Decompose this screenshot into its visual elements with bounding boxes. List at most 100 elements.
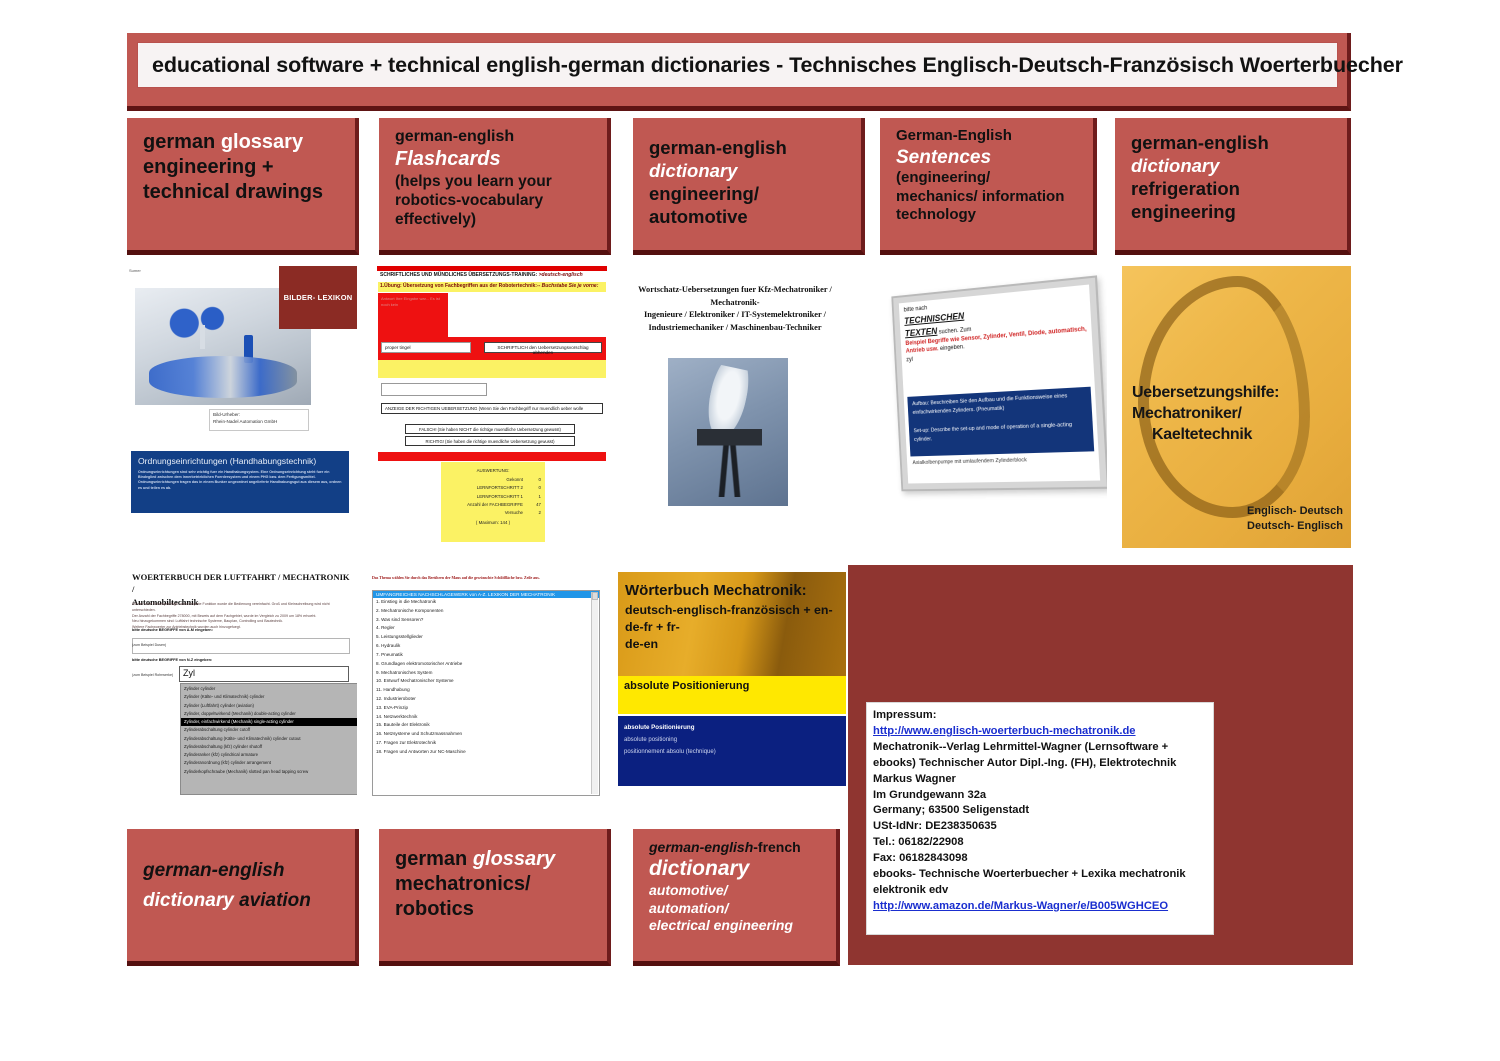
thumbnail-automotive-vocab[interactable]: Wortschatz-Uebersetzungen fuer Kfz-Mecha… bbox=[610, 266, 860, 548]
list-item[interactable]: 1. Einstieg in die Mechatronik bbox=[373, 598, 599, 607]
impressum-box: Impressum: http://www.englisch-woerterbu… bbox=[866, 702, 1214, 935]
score-title: AUSWERTUNG: bbox=[476, 468, 510, 473]
list-item[interactable]: 14. Netzwerktechnik bbox=[373, 713, 599, 722]
thumbnail-kaeltetechnik-cover[interactable]: Uebersetzungshilfe: Mechatroniker/ Kaelt… bbox=[1122, 266, 1351, 548]
list-item-selected[interactable]: Zylinder, einfachwirkend (Mechanik) sing… bbox=[181, 718, 357, 727]
poster-root: educational software + technical english… bbox=[0, 0, 1500, 1061]
list-item[interactable]: Zylinderanordnung (kfz) cylinder arrange… bbox=[181, 759, 357, 767]
impressum-line-11: elektronik edv bbox=[873, 883, 949, 896]
list-item[interactable]: 3. Was sind Sensoren? bbox=[373, 616, 599, 625]
impressum-line-8: Tel.: 06182/22908 bbox=[873, 836, 964, 849]
score-row: Anzahl der FACHBEGRIFFE 47 bbox=[467, 501, 541, 507]
cover-subtitle: Englisch- Deutsch Deutsch- Englisch bbox=[1247, 504, 1343, 534]
list-item[interactable]: 7. Pneumatik bbox=[373, 651, 599, 660]
right-answer-button[interactable]: RICHTIG! (Sie haben die richtige muendli… bbox=[405, 436, 575, 446]
list-item[interactable]: 4. Regler bbox=[373, 624, 599, 633]
card-glossary-mechatronics[interactable]: german glossary mechatronics/ robotics bbox=[379, 829, 611, 966]
list-item[interactable]: 8. Grundlagen elektromotorischer Antrieb… bbox=[373, 660, 599, 669]
cover-sub-1: Englisch- Deutsch bbox=[1247, 505, 1343, 517]
card-sentences[interactable]: German-English Sentences (engineering/ m… bbox=[880, 118, 1097, 255]
card-glossary-engineering[interactable]: german glossary engineering + technical … bbox=[127, 118, 359, 255]
search-input[interactable]: Zyl bbox=[179, 666, 349, 682]
show-correct-translation-button[interactable]: ANZEIGE DER RICHTIGEN UEBERSETZUNG (Wenn… bbox=[381, 403, 603, 414]
card-line: (engineering/ bbox=[896, 169, 991, 187]
scrollbar[interactable] bbox=[591, 592, 598, 794]
topic-listbox[interactable]: UMFANGREICHES NACHSCHLAGEWERK von A-Z. L… bbox=[372, 590, 600, 796]
list-item[interactable]: 11. Handhabung bbox=[373, 686, 599, 695]
card-dictionary-refrigeration[interactable]: german-english dictionary refrigeration … bbox=[1115, 118, 1351, 255]
list-item[interactable]: Zylinder (Luftfahrt) cylinder (aviation) bbox=[181, 702, 357, 710]
cover-title-3: Kaeltetechnik bbox=[1152, 426, 1253, 444]
result-en: absolute positioning bbox=[624, 737, 678, 744]
list-item[interactable]: Zylinderabschaltung cylinder cutoff bbox=[181, 726, 357, 734]
card-line: electrical engineering bbox=[649, 917, 793, 934]
badge-label: BILDER- LEXIKON bbox=[283, 293, 353, 302]
card-dictionary-aviation[interactable]: german-english dictionary aviation bbox=[127, 829, 359, 966]
score-row: LERNFORTSCHRITT 20 bbox=[476, 485, 541, 491]
list-item[interactable]: 18. Fragen und Antworten zur NC-Maschine bbox=[373, 748, 599, 757]
amazon-link[interactable]: http://www.amazon.de/Markus-Wagner/e/B00… bbox=[873, 900, 1168, 912]
list-item[interactable]: 6. Hydraulik bbox=[373, 642, 599, 651]
header-sub-2: de-en bbox=[625, 637, 659, 652]
card-flashcards[interactable]: german-english Flashcards (helps you lea… bbox=[379, 118, 611, 255]
impressum-line-7: USt-IdNr: DE238350635 bbox=[873, 820, 997, 833]
card-line: german-english bbox=[143, 860, 285, 881]
dictionary-header: Wörterbuch Mechatronik: deutsch-englisch… bbox=[618, 572, 846, 676]
card-dictionary-automotive-french[interactable]: german-english-french dictionary automot… bbox=[633, 829, 840, 966]
wrong-answer-button[interactable]: FALSCH! (Sie haben NICHT die richtige mu… bbox=[405, 424, 575, 434]
red-tail: eingeben. bbox=[938, 344, 965, 353]
example-n-z: (zum Beispiel Rohrwerke) bbox=[132, 673, 174, 677]
page-title: educational software + technical english… bbox=[152, 52, 1403, 77]
thumbnail-technische-texten[interactable]: bitte nach TECHNISCHEN TEXTEN suchen. Zu… bbox=[875, 266, 1107, 548]
search-term-field[interactable]: absolute Positionierung bbox=[618, 676, 846, 714]
list-item[interactable]: 5. Leistungsstellglieder bbox=[373, 633, 599, 642]
panel-body: Ordnungseinrichtungen sind sehr wichtig … bbox=[138, 470, 342, 490]
list-item[interactable]: Zylinder cylinder bbox=[181, 685, 357, 693]
autocomplete-list[interactable]: Zylinder cylinder Zylinder (Kälte- und K… bbox=[180, 683, 357, 795]
card-line: german-english bbox=[649, 137, 787, 158]
list-item[interactable]: 12. Industrieroboter bbox=[373, 695, 599, 704]
card-dictionary-automotive[interactable]: german-english dictionary engineering/ a… bbox=[633, 118, 865, 255]
list-item[interactable]: 17. Fragen zur Elektrotechnik bbox=[373, 739, 599, 748]
list-item[interactable]: Zylinderabschaltung (Kälte- und Klimatec… bbox=[181, 735, 357, 743]
submit-written-button[interactable]: SCHRIFTLICH den Uebersetzungsvorschlag a… bbox=[484, 342, 602, 355]
thumbnail-flashcards-app[interactable]: SCHRIFTLICHES UND MÜNDLICHES ÜBERSETZUNG… bbox=[377, 266, 607, 548]
impressum-link-row[interactable]: http://www.englisch-woerterbuch-mechatro… bbox=[873, 724, 1207, 740]
card-line: engineering + bbox=[143, 155, 274, 178]
yellow-strip bbox=[378, 360, 606, 378]
website-link[interactable]: http://www.englisch-woerterbuch-mechatro… bbox=[873, 725, 1136, 737]
thumbnail-luftfahrt-dictionary[interactable]: WOERTERBUCH DER LUFTFAHRT / MECHATRONIK … bbox=[127, 566, 357, 798]
card-line: dictionary bbox=[649, 857, 750, 881]
impressum-amazon-row[interactable]: http://www.amazon.de/Markus-Wagner/e/B00… bbox=[873, 899, 1207, 915]
list-item[interactable]: Zylinderkopfschraube (Mechanik) slotted … bbox=[181, 768, 357, 776]
list-item[interactable]: Zylinderabschaltung (kfz) cylinder shuto… bbox=[181, 743, 357, 751]
answer-feedback-box: Antwort Ihre Eingabe war... Es ist noch … bbox=[378, 293, 448, 337]
prompt-a-m: bitte deutsche BEGRIFFE von A-M eingeben… bbox=[132, 628, 213, 632]
secondary-input[interactable] bbox=[381, 383, 487, 396]
thumbnail-bilder-lexikon[interactable]: Sumer BILDER- LEXIKON Bild-Urheber: Rhei… bbox=[127, 266, 357, 548]
thumbnail-woerterbuch-mechatronik[interactable]: Wörterbuch Mechatronik: deutsch-englisch… bbox=[618, 566, 846, 798]
list-item[interactable]: 10. Entwurf Mechatronischer Systeme bbox=[373, 677, 599, 686]
list-item[interactable]: 15. Bauteile der Elektronik bbox=[373, 721, 599, 730]
banner-inner: educational software + technical english… bbox=[137, 42, 1403, 88]
list-item[interactable]: Zylinder (Kälte- und Klimatechnik) cylin… bbox=[181, 693, 357, 701]
blurb-1: Mit der neue Fuenfsprachige- autocomplet… bbox=[132, 602, 330, 612]
list-item[interactable]: Zylinder, doppeltwirkend (Mechanik) doub… bbox=[181, 710, 357, 718]
thumbnail-mechatronik-index[interactable]: Das Thema wählen Sie durch das Berühren … bbox=[368, 566, 608, 798]
card-line: dictionary bbox=[649, 159, 738, 181]
score-row: Gekonnt 0 bbox=[506, 476, 541, 482]
list-item[interactable]: Zylinderanker (kfz) cylindrical armature bbox=[181, 751, 357, 759]
result-de: absolute Positionierung bbox=[624, 724, 695, 731]
card-line: engineering bbox=[1131, 200, 1236, 222]
list-item[interactable]: 16. Netzsysteme und Schutzmassnahmen bbox=[373, 730, 599, 739]
translation-input[interactable]: proper tingel bbox=[381, 342, 471, 353]
credit-line-1: Bild-Urheber: bbox=[213, 412, 241, 417]
typed-value: zyl bbox=[906, 357, 914, 364]
list-item[interactable]: 2. Mechatronische Komponenten bbox=[373, 607, 599, 616]
card-line: mechanics/ information bbox=[896, 187, 1065, 205]
card-line: german glossary bbox=[395, 848, 556, 870]
uebung-heading: 1.Übung: Übersetzung von Fachbegriffen a… bbox=[378, 282, 606, 292]
listbox-header[interactable]: UMFANGREICHES NACHSCHLAGEWERK von A-Z. L… bbox=[373, 591, 599, 598]
list-item[interactable]: 9. Mechatronisches System bbox=[373, 669, 599, 678]
list-item[interactable]: 13. EVA-Prinzip bbox=[373, 704, 599, 713]
